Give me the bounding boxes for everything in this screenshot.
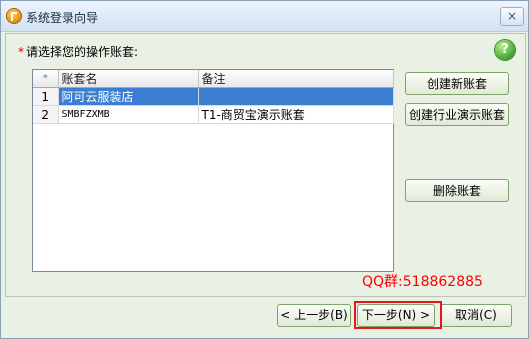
row-number: 2 [33,105,59,124]
column-header-name[interactable]: 账套名 [58,70,199,88]
title-bar[interactable]: 系统登录向导 × [1,1,528,32]
account-note-cell[interactable] [198,87,394,106]
cancel-button[interactable]: 取消(C) [440,304,512,327]
delete-account-button[interactable]: 删除账套 [405,179,509,202]
account-name-cell[interactable]: 阿可云服装店 [58,87,199,106]
app-logo-icon [7,9,21,23]
required-mark: * [18,45,24,59]
login-wizard-window: 系统登录向导 × * 请选择您的操作账套: ? * 账套名 备注 1 阿可云服装店 [0,0,529,339]
prev-step-button[interactable]: < 上一步(B) [277,304,351,327]
next-step-highlight [354,301,442,329]
row-number-header: * [33,70,59,88]
window-title: 系统登录向导 [26,11,99,25]
column-header-note[interactable]: 备注 [198,70,394,88]
create-new-account-button[interactable]: 创建新账套 [405,72,509,95]
close-button[interactable]: × [500,7,524,26]
table-row[interactable]: 2 SMBFZXMB T1-商贸宝演示账套 [33,105,394,124]
qq-group-watermark: QQ群:518862885 [362,274,483,290]
help-icon[interactable]: ? [495,40,515,60]
account-name-cell[interactable]: SMBFZXMB [58,105,199,124]
grid-header-row: * 账套名 备注 [33,70,394,88]
account-set-grid[interactable]: * 账套名 备注 1 阿可云服装店 2 SMBFZXMB T1-商贸宝演示账套 [32,69,394,272]
create-demo-account-button[interactable]: 创建行业演示账套 [405,103,509,126]
row-number: 1 [33,87,59,106]
prompt-text: 请选择您的操作账套: [26,45,139,59]
table-row[interactable]: 1 阿可云服装店 [33,87,394,106]
account-note-cell[interactable]: T1-商贸宝演示账套 [198,105,394,124]
prompt-label: * 请选择您的操作账套: [18,43,138,60]
